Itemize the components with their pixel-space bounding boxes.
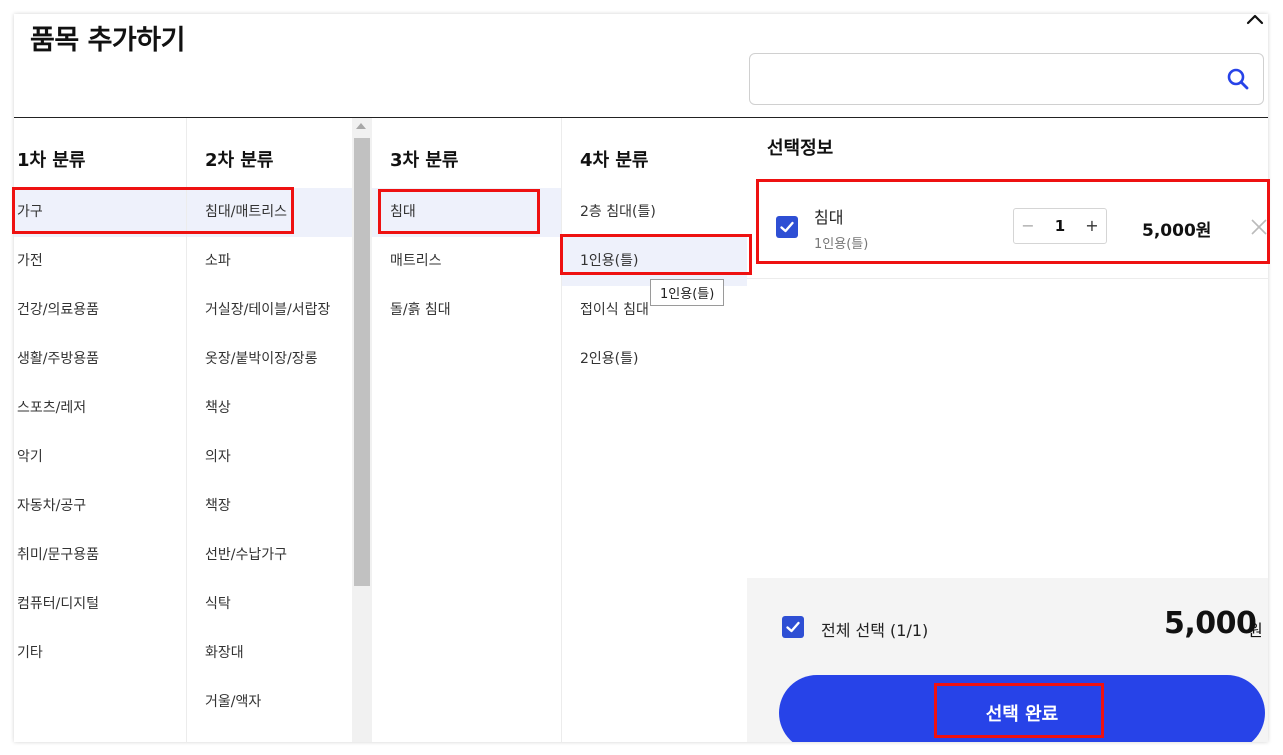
category-1-item[interactable]: 컴퓨터/디지털: [14, 580, 186, 629]
category-1-item[interactable]: 건강/의료용품: [14, 286, 186, 335]
category-1-item[interactable]: 스포츠/레저: [14, 384, 186, 433]
item-checkbox[interactable]: [776, 216, 798, 238]
category-list-1: 가구 가전 건강/의료용품 생활/주방용품 스포츠/레저 악기 자동차/공구 취…: [14, 188, 186, 678]
category-2-item[interactable]: 침대/매트리스: [187, 188, 352, 237]
select-all-label[interactable]: 전체 선택 (1/1): [821, 617, 928, 641]
quantity-input[interactable]: [1042, 209, 1078, 243]
select-all-checkbox[interactable]: [782, 616, 804, 638]
category-2-item[interactable]: 선반/수납가구: [187, 531, 352, 580]
checkbox-checked-icon: [786, 621, 800, 633]
selected-item-row: 침대 1인용(틀) − + 5,000원: [757, 180, 1268, 264]
scroll-thumb[interactable]: [354, 138, 370, 586]
selected-item-option: 1인용(틀): [814, 237, 869, 252]
category-column-4: 4차 분류 2층 침대(틀) 1인용(틀) 접이식 침대 2인용(틀): [561, 118, 747, 742]
category-scrollbar[interactable]: [352, 118, 372, 742]
page-title: 품목 추가하기: [30, 25, 185, 56]
column-title: 3차 분류: [390, 150, 459, 171]
category-2-item[interactable]: 거울/액자: [187, 678, 352, 727]
category-2-item[interactable]: 옷장/붙박이장/장롱: [187, 335, 352, 384]
total-price-unit: 원: [1248, 621, 1263, 640]
category-2-item[interactable]: 식탁: [187, 580, 352, 629]
quantity-stepper: − +: [1013, 208, 1107, 244]
category-column-2: 2차 분류 침대/매트리스 소파 거실장/테이블/서랍장 옷장/붙박이장/장롱 …: [186, 118, 352, 742]
scroll-up-arrow-icon[interactable]: [356, 123, 366, 129]
column-title: 2차 분류: [205, 150, 274, 171]
category-4-item[interactable]: 2인용(틀): [562, 335, 747, 384]
selection-footer: 전체 선택 (1/1) 5,000 원 선택 완료: [747, 578, 1268, 742]
category-column-3: 3차 분류 침대 매트리스 돌/흙 침대: [372, 118, 561, 742]
category-3-item[interactable]: 매트리스: [372, 237, 561, 286]
chevron-up-icon[interactable]: [1244, 8, 1266, 30]
category-3-item[interactable]: 돌/흙 침대: [372, 286, 561, 335]
complete-button-label: 선택 완료: [985, 704, 1059, 725]
column-title: 4차 분류: [580, 150, 649, 171]
category-1-item[interactable]: 취미/문구용품: [14, 531, 186, 580]
category-list-2: 침대/매트리스 소파 거실장/테이블/서랍장 옷장/붙박이장/장롱 책상 의자 …: [187, 188, 352, 727]
category-2-item[interactable]: 화장대: [187, 629, 352, 678]
category-list-3: 침대 매트리스 돌/흙 침대: [372, 188, 561, 335]
category-1-item[interactable]: 생활/주방용품: [14, 335, 186, 384]
selected-item-name: 침대: [814, 208, 844, 227]
complete-selection-button[interactable]: 선택 완료: [779, 675, 1265, 742]
checkbox-checked-icon: [780, 221, 794, 233]
category-column-1: 1차 분류 가구 가전 건강/의료용품 생활/주방용품 스포츠/레저 악기 자동…: [14, 118, 186, 742]
selection-panel: 선택정보 침대 1인용(틀) − + 5,000원: [747, 118, 1268, 742]
search-input[interactable]: [762, 64, 1202, 94]
panel-divider: [747, 278, 1268, 279]
add-item-dialog: 품목 추가하기 1차 분류 가구 가전 건강/의료용품 생활/주방용품 스포츠/…: [0, 0, 1283, 755]
category-2-item[interactable]: 책상: [187, 384, 352, 433]
decrement-button[interactable]: −: [1014, 209, 1042, 243]
selected-item-price: 5,000원: [1142, 221, 1212, 241]
increment-button[interactable]: +: [1078, 209, 1106, 243]
search-icon[interactable]: [1225, 66, 1251, 92]
category-3-item[interactable]: 침대: [372, 188, 561, 237]
category-4-item[interactable]: 2층 침대(틀): [562, 188, 747, 237]
column-title: 1차 분류: [17, 150, 86, 171]
category-1-item[interactable]: 자동차/공구: [14, 482, 186, 531]
tooltip: 1인용(틀): [650, 279, 725, 306]
category-2-item[interactable]: 거실장/테이블/서랍장: [187, 286, 352, 335]
category-2-item[interactable]: 소파: [187, 237, 352, 286]
category-1-item[interactable]: 가전: [14, 237, 186, 286]
category-2-item[interactable]: 책장: [187, 482, 352, 531]
panel-title: 선택정보: [767, 138, 834, 159]
category-1-item[interactable]: 가구: [14, 188, 186, 237]
category-2-item[interactable]: 의자: [187, 433, 352, 482]
close-icon[interactable]: [1249, 217, 1268, 237]
total-price: 5,000: [1164, 606, 1257, 641]
category-1-item[interactable]: 기타: [14, 629, 186, 678]
search-box: [749, 53, 1264, 105]
category-1-item[interactable]: 악기: [14, 433, 186, 482]
